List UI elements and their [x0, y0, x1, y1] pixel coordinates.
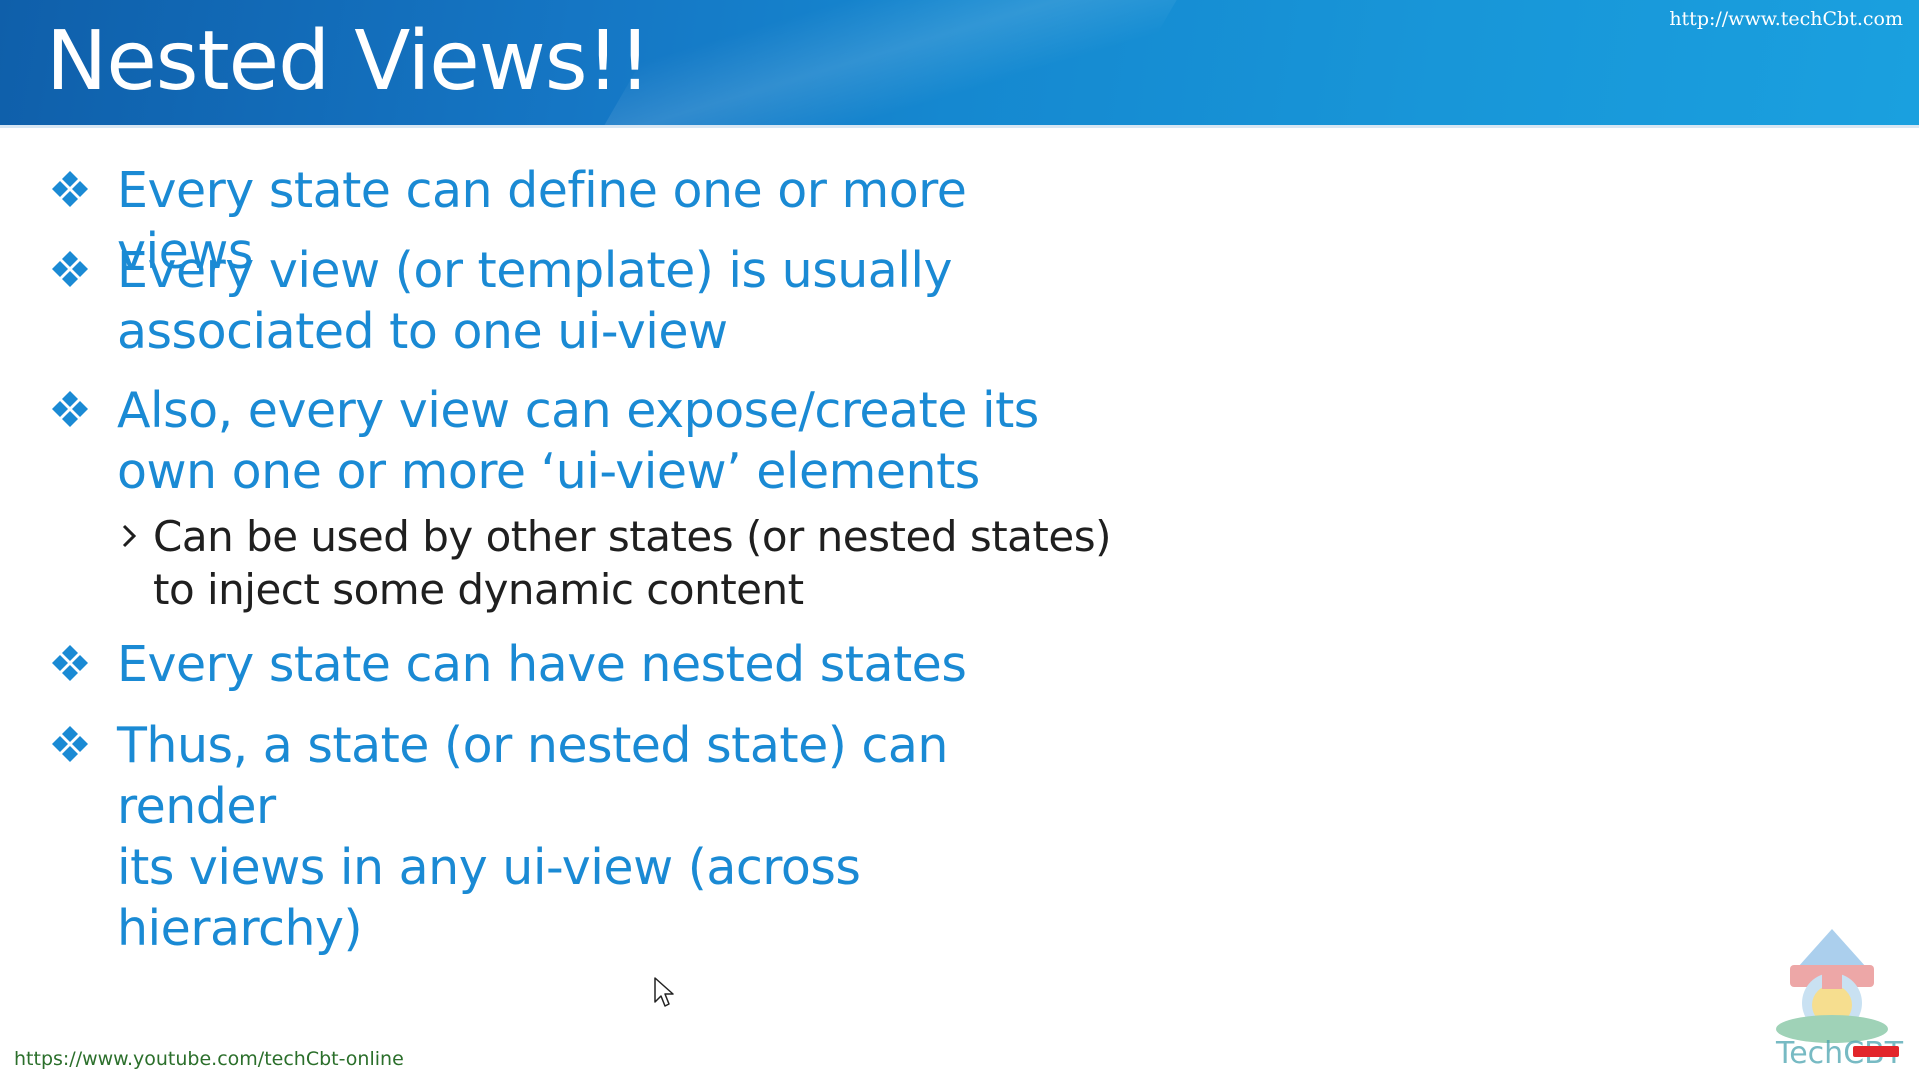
sub-bullet-line: Can be used by other states (or nested s…	[153, 512, 1112, 561]
bullet-line: own one or more ‘ui-view’ elements	[117, 443, 980, 500]
bullet-line: Thus, a state (or nested state) can rend…	[117, 717, 948, 835]
bullet-line: its views in any ui-view (across hierarc…	[117, 839, 861, 957]
bullet-text: Thus, a state (or nested state) can rend…	[117, 715, 1117, 959]
diamond-cluster-bullet-icon	[52, 171, 88, 207]
youtube-subscribe-badge-icon[interactable]	[1853, 1046, 1899, 1057]
header-url: http://www.techCbt.com	[1669, 8, 1903, 30]
chevron-right-icon	[122, 524, 137, 548]
sub-bullet-line: to inject some dynamic content	[153, 565, 804, 614]
slide: Nested Views!! http://www.techCbt.com Ev…	[0, 0, 1919, 1079]
diamond-cluster-bullet-icon	[52, 726, 88, 762]
bullet-line: Also, every view can expose/create its	[117, 382, 1039, 439]
diamond-cluster-bullet-icon	[52, 645, 88, 681]
title-divider	[0, 125, 1919, 128]
mouse-pointer-icon	[654, 977, 674, 1007]
title-bar: Nested Views!! http://www.techCbt.com	[0, 0, 1919, 127]
title-bar-shine	[603, 0, 1177, 127]
bullet-line: Every state can have nested states	[117, 636, 967, 693]
diamond-cluster-bullet-icon	[52, 391, 88, 427]
bullet-line: associated to one ui-view	[117, 303, 728, 360]
bullet-text: Every state can have nested states	[117, 634, 1117, 695]
bullet-text: Also, every view can expose/create its o…	[117, 380, 1117, 502]
bullet-line: Every view (or template) is usually	[117, 242, 953, 299]
slide-title: Nested Views!!	[46, 14, 651, 109]
footer-url[interactable]: https://www.youtube.com/techCbt-online	[14, 1048, 404, 1070]
diamond-cluster-bullet-icon	[52, 251, 88, 287]
bullet-text: Every view (or template) is usually asso…	[117, 240, 1117, 362]
sub-bullet-text: Can be used by other states (or nested s…	[153, 510, 1153, 616]
